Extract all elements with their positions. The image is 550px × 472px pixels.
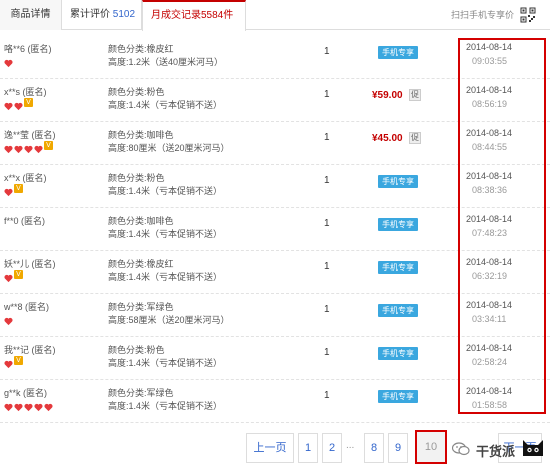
vip-badge-icon: V xyxy=(24,98,33,107)
item-color: 颜色分类:咖啡色 xyxy=(108,216,174,226)
tab-details[interactable]: 商品详情 xyxy=(0,0,62,30)
heart-icon xyxy=(24,399,33,412)
page-1-button[interactable]: 1 xyxy=(298,433,318,463)
buyer-name: x**s (匿名) xyxy=(4,87,47,97)
price: ¥59.00 xyxy=(372,90,403,101)
heart-icon xyxy=(4,184,13,197)
mobile-price-badge[interactable]: 手机专享 xyxy=(378,347,418,360)
tab-bar: 商品详情 累计评价 5102 月成交记录5584件 扫扫手机专享价 xyxy=(0,0,550,31)
quantity: 1 xyxy=(324,89,330,100)
mobile-price-badge[interactable]: 手机专享 xyxy=(378,218,418,231)
item-height: 高度:1.2米（送40厘米河马） xyxy=(108,57,224,67)
time-column-highlight xyxy=(458,38,546,414)
buyer-credit-badges: V xyxy=(4,141,53,154)
buyer-credit-badges: V xyxy=(4,270,23,283)
heart-icon xyxy=(14,98,23,111)
mobile-price-badge[interactable]: 手机专享 xyxy=(378,261,418,274)
quantity: 1 xyxy=(324,175,330,186)
vip-badge-icon: V xyxy=(44,141,53,150)
mobile-price-badge[interactable]: 手机专享 xyxy=(378,175,418,188)
tab-reviews-label: 累计评价 xyxy=(70,9,110,20)
page-ellipsis: ... xyxy=(346,440,355,451)
heart-icon xyxy=(4,399,13,412)
quantity: 1 xyxy=(324,218,330,229)
item-height: 高度:80厘米（送20厘米河马） xyxy=(108,143,230,153)
tab-reviews[interactable]: 累计评价 5102 xyxy=(62,0,142,30)
heart-icon xyxy=(4,141,13,154)
buyer-credit-badges xyxy=(4,399,53,412)
item-height: 高度:1.4米（亏本促销不送） xyxy=(108,358,223,368)
buyer-credit-badges xyxy=(4,313,13,326)
heart-icon xyxy=(4,55,13,68)
item-height: 高度:1.4米（亏本促销不送） xyxy=(108,186,223,196)
tab-transactions-suffix: 件 xyxy=(223,10,234,21)
page-8-button[interactable]: 8 xyxy=(364,433,384,463)
heart-icon xyxy=(14,141,23,154)
item-color: 颜色分类:粉色 xyxy=(108,173,165,183)
quantity: 1 xyxy=(324,132,330,143)
price: ¥45.00 xyxy=(372,133,403,144)
heart-icon xyxy=(34,141,43,154)
vip-badge-icon: V xyxy=(14,356,23,365)
buyer-name: f**0 (匿名) xyxy=(4,216,46,226)
item-color: 颜色分类:橡皮红 xyxy=(108,44,174,54)
buyer-name: 逸**莹 (匿名) xyxy=(4,130,56,140)
quantity: 1 xyxy=(324,347,330,358)
heart-icon xyxy=(24,141,33,154)
tab-transactions-label: 月成交记录 xyxy=(151,10,201,21)
item-color: 颜色分类:粉色 xyxy=(108,345,165,355)
heart-icon xyxy=(4,356,13,369)
vip-badge-icon: V xyxy=(14,184,23,193)
promo-badge: 促 xyxy=(409,89,421,101)
buyer-credit-badges: V xyxy=(4,98,33,111)
tab-transactions-count: 5584 xyxy=(201,10,224,21)
buyer-name: 妖**儿 (匿名) xyxy=(4,259,56,269)
quantity: 1 xyxy=(324,261,330,272)
item-height: 高度:1.4米（亏本促销不送） xyxy=(108,229,223,239)
mobile-price-badge[interactable]: 手机专享 xyxy=(378,46,418,59)
heart-icon xyxy=(4,98,13,111)
page-2-button[interactable]: 2 xyxy=(322,433,342,463)
item-color: 颜色分类:橡皮红 xyxy=(108,259,174,269)
item-height: 高度:1.4米（亏本促销不送） xyxy=(108,272,223,282)
scan-mobile-price-text: 扫扫手机专享价 xyxy=(450,10,514,20)
quantity: 1 xyxy=(324,46,330,57)
quantity: 1 xyxy=(324,304,330,315)
heart-icon xyxy=(34,399,43,412)
buyer-name: w**8 (匿名) xyxy=(4,302,50,312)
qr-code-icon[interactable] xyxy=(520,7,536,23)
item-color: 颜色分类:军绿色 xyxy=(108,302,174,312)
mobile-price-badge[interactable]: 手机专享 xyxy=(378,390,418,403)
buyer-name: g**k (匿名) xyxy=(4,388,48,398)
mobile-price-badge[interactable]: 手机专享 xyxy=(378,304,418,317)
wechat-icon xyxy=(452,442,470,456)
promo-badge: 促 xyxy=(409,132,421,144)
quantity: 1 xyxy=(324,390,330,401)
buyer-name: x**x (匿名) xyxy=(4,173,47,183)
page-10-button-current[interactable]: 10 xyxy=(415,430,447,464)
item-height: 高度:1.4米（亏本促销不送） xyxy=(108,100,223,110)
watermark-text: 干货派 xyxy=(476,444,516,459)
buyer-credit-badges xyxy=(4,55,13,68)
tab-reviews-count: 5102 xyxy=(112,9,136,20)
heart-icon xyxy=(44,399,53,412)
buyer-name: 咯**6 (匿名) xyxy=(4,44,52,54)
heart-icon xyxy=(4,313,13,326)
tmall-cat-icon xyxy=(523,440,543,456)
item-color: 颜色分类:粉色 xyxy=(108,87,165,97)
item-height: 高度:58厘米（送20厘米河马） xyxy=(108,315,230,325)
heart-icon xyxy=(4,270,13,283)
page-9-button[interactable]: 9 xyxy=(388,433,408,463)
prev-page-button[interactable]: 上一页 xyxy=(246,433,294,463)
heart-icon xyxy=(14,399,23,412)
tab-transactions[interactable]: 月成交记录5584件 xyxy=(142,0,246,31)
item-color: 颜色分类:军绿色 xyxy=(108,388,174,398)
buyer-credit-badges: V xyxy=(4,356,23,369)
item-color: 颜色分类:咖啡色 xyxy=(108,130,174,140)
item-height: 高度:1.4米（亏本促销不送） xyxy=(108,401,223,411)
vip-badge-icon: V xyxy=(14,270,23,279)
buyer-credit-badges: V xyxy=(4,184,23,197)
buyer-name: 我**记 (匿名) xyxy=(4,345,56,355)
